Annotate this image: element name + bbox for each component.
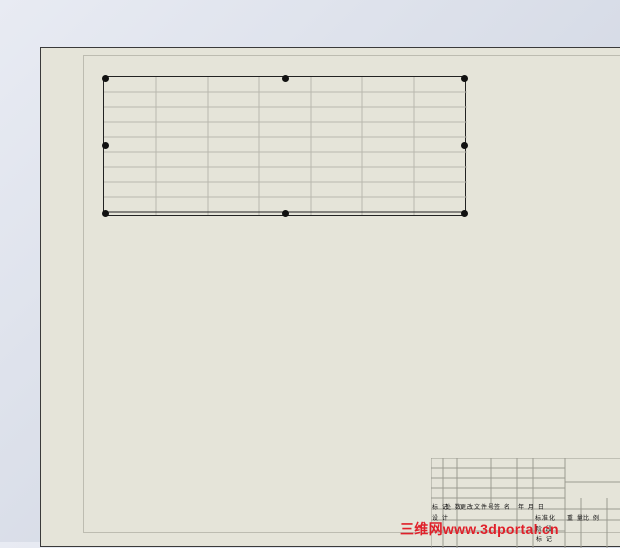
selection-handle-middle-left[interactable] [101,141,109,149]
title-block-label-date: 年 月 日 [518,504,545,511]
title-block-label-change-doc: 更改文件号 [460,504,496,511]
watermark-logo: 三维网www.3dportal.cn [400,521,559,537]
selection-handle-top-middle[interactable] [281,74,289,82]
selection-handle-bottom-left[interactable] [101,209,109,217]
title-block-label-weight: 重 量 [567,515,584,522]
selection-handle-bottom-middle[interactable] [281,209,289,217]
selection-handle-top-left[interactable] [101,74,109,82]
title-block-label-scale: 比 例 [583,515,600,522]
title-block-label-signature: 签 名 [494,504,511,511]
bom-table[interactable] [103,76,467,216]
selection-handle-middle-right[interactable] [460,141,468,149]
bom-table-grid [104,77,467,215]
selection-handle-top-right[interactable] [460,74,468,82]
drawing-sheet[interactable]: 标 记 处 数 更改文件号 签 名 年 月 日 设 计 标准化 阶 段 标 记 … [40,47,620,548]
selection-handle-bottom-right[interactable] [460,209,468,217]
